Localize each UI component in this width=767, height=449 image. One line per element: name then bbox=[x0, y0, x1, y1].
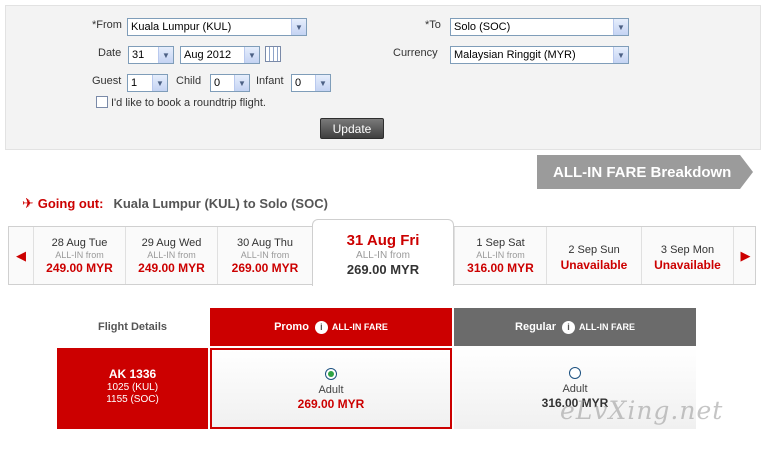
to-label: *To bbox=[425, 19, 441, 31]
going-out-heading: ✈ Going out: Kuala Lumpur (KUL) to Solo … bbox=[22, 195, 328, 212]
update-button[interactable]: Update bbox=[320, 118, 384, 139]
promo-fare-price: 269.00 MYR bbox=[297, 397, 365, 411]
regular-sub: ALL-IN FARE bbox=[578, 322, 635, 332]
arrival-time: 1155 (SOC) bbox=[106, 394, 159, 405]
roundtrip-checkbox[interactable] bbox=[96, 96, 108, 108]
date-tab-date: 1 Sep Sat bbox=[476, 237, 525, 249]
from-select-value: Kuala Lumpur (KUL) bbox=[131, 21, 232, 33]
date-month-select[interactable]: Aug 2012 ▼ bbox=[180, 46, 260, 64]
regular-fare-radio[interactable] bbox=[569, 367, 581, 379]
currency-select[interactable]: Malaysian Ringgit (MYR) ▼ bbox=[450, 46, 629, 64]
date-tab[interactable]: 3 Sep Mon Unavailable bbox=[641, 227, 733, 284]
date-tab[interactable]: 28 Aug Tue ALL-IN from 249.00 MYR bbox=[33, 227, 125, 284]
calendar-icon[interactable] bbox=[265, 46, 281, 62]
date-tab-sub: ALL-IN from bbox=[240, 250, 290, 260]
infant-select[interactable]: 0 ▼ bbox=[291, 74, 331, 92]
chevron-down-icon: ▼ bbox=[613, 47, 628, 63]
promo-fare-type: Adult bbox=[318, 384, 344, 396]
date-tab-price: 249.00 MYR bbox=[46, 261, 113, 275]
date-label: Date bbox=[98, 47, 122, 59]
regular-title: Regular bbox=[515, 321, 556, 333]
date-tab[interactable]: 29 Aug Wed ALL-IN from 249.00 MYR bbox=[125, 227, 217, 284]
promo-fare-option[interactable]: Adult 269.00 MYR bbox=[210, 348, 452, 429]
fare-breakdown-button[interactable]: ALL-IN FARE Breakdown bbox=[537, 155, 753, 189]
date-tab-sub: ALL-IN from bbox=[476, 250, 525, 260]
to-select-value: Solo (SOC) bbox=[454, 21, 511, 33]
date-tab-status: Unavailable bbox=[560, 258, 628, 272]
date-tab-date: 30 Aug Thu bbox=[236, 237, 294, 249]
infant-select-value: 0 bbox=[295, 77, 302, 89]
date-tab[interactable]: 1 Sep Sat ALL-IN from 316.00 MYR bbox=[454, 227, 546, 284]
chevron-down-icon: ▼ bbox=[613, 19, 628, 35]
chevron-down-icon: ▼ bbox=[315, 75, 330, 91]
next-dates-button[interactable]: ▶ bbox=[733, 227, 757, 284]
date-tab-price: 316.00 MYR bbox=[467, 261, 534, 275]
chevron-down-icon: ▼ bbox=[158, 47, 173, 63]
guest-label: Guest bbox=[92, 75, 122, 87]
date-tab[interactable]: 2 Sep Sun Unavailable bbox=[546, 227, 641, 284]
guest-select[interactable]: 1 ▼ bbox=[127, 74, 168, 92]
date-day-select[interactable]: 31 ▼ bbox=[128, 46, 174, 64]
regular-fare-type: Adult bbox=[562, 383, 588, 395]
promo-title: Promo bbox=[274, 321, 309, 333]
chevron-left-icon: ◀ bbox=[16, 247, 26, 263]
date-tab-selected[interactable]: 31 Aug Fri ALL-IN from 269.00 MYR bbox=[312, 219, 454, 286]
date-tab-price: 269.00 MYR bbox=[346, 262, 420, 277]
currency-select-value: Malaysian Ringgit (MYR) bbox=[454, 49, 576, 61]
from-label: *From bbox=[92, 19, 122, 31]
guest-select-value: 1 bbox=[131, 77, 138, 89]
chevron-down-icon: ▼ bbox=[152, 75, 167, 91]
date-day-value: 31 bbox=[132, 49, 145, 61]
plane-icon: ✈ bbox=[22, 195, 34, 211]
info-icon[interactable]: i bbox=[314, 320, 328, 334]
date-tab-date: 29 Aug Wed bbox=[141, 237, 202, 249]
child-label: Child bbox=[176, 75, 202, 87]
date-month-value: Aug 2012 bbox=[184, 49, 232, 61]
date-tab[interactable]: 30 Aug Thu ALL-IN from 269.00 MYR bbox=[217, 227, 312, 284]
promo-fare-header: Promo i ALL-IN FARE bbox=[210, 308, 452, 346]
chevron-down-icon: ▼ bbox=[244, 47, 259, 63]
chevron-right-icon: ▶ bbox=[740, 247, 751, 263]
going-out-route: Kuala Lumpur (KUL) to Solo (SOC) bbox=[113, 196, 328, 211]
date-tab-date: 2 Sep Sun bbox=[568, 244, 620, 256]
infant-label: Infant bbox=[256, 75, 284, 87]
flight-info: AK 1336 1025 (KUL) 1155 (SOC) bbox=[57, 348, 208, 429]
promo-sub: ALL-IN FARE bbox=[331, 322, 388, 332]
regular-fare-header: Regular i ALL-IN FARE bbox=[454, 308, 696, 346]
date-tab-sub: ALL-IN from bbox=[147, 250, 196, 260]
roundtrip-label: I'd like to book a roundtrip flight. bbox=[111, 97, 266, 109]
date-tab-sub: ALL-IN from bbox=[55, 250, 104, 260]
date-tab-date: 28 Aug Tue bbox=[51, 237, 108, 249]
watermark: eLvXing.net bbox=[560, 396, 724, 425]
chevron-down-icon: ▼ bbox=[234, 75, 249, 91]
flight-details-header: Flight Details bbox=[97, 321, 168, 333]
chevron-down-icon: ▼ bbox=[291, 19, 306, 35]
date-tab-sub: ALL-IN from bbox=[356, 250, 410, 261]
prev-dates-button[interactable]: ◀ bbox=[9, 227, 33, 284]
date-tab-date: 3 Sep Mon bbox=[660, 244, 715, 256]
flight-number: AK 1336 bbox=[108, 367, 157, 381]
promo-fare-radio[interactable] bbox=[325, 368, 337, 380]
child-select-value: 0 bbox=[214, 77, 221, 89]
date-tab-date: 31 Aug Fri bbox=[346, 232, 420, 249]
date-tab-status: Unavailable bbox=[654, 258, 721, 272]
date-tab-price: 249.00 MYR bbox=[138, 261, 205, 275]
to-select[interactable]: Solo (SOC) ▼ bbox=[450, 18, 629, 36]
date-strip: ◀ 28 Aug Tue ALL-IN from 249.00 MYR 29 A… bbox=[8, 219, 757, 286]
from-select[interactable]: Kuala Lumpur (KUL) ▼ bbox=[127, 18, 307, 36]
child-select[interactable]: 0 ▼ bbox=[210, 74, 250, 92]
date-tab-price: 269.00 MYR bbox=[231, 261, 299, 275]
currency-label: Currency bbox=[393, 47, 438, 59]
departure-time: 1025 (KUL) bbox=[106, 382, 159, 393]
radio-selected-dot bbox=[328, 371, 334, 377]
going-out-label: Going out: bbox=[37, 196, 104, 211]
info-icon[interactable]: i bbox=[561, 320, 575, 334]
